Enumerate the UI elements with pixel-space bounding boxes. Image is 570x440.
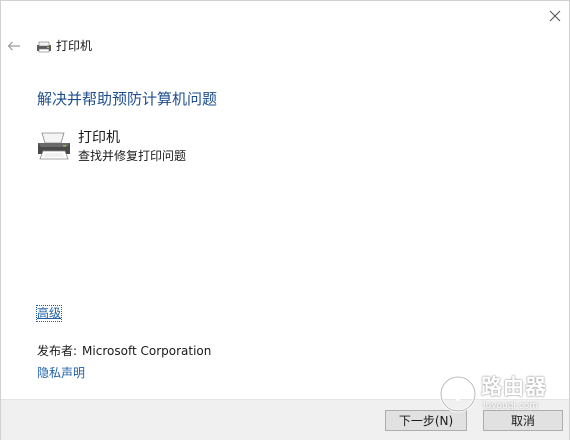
router-logo-icon	[439, 375, 477, 413]
publisher-info: 发布者: Microsoft Corporation	[37, 344, 211, 359]
watermark-logo: 路由器 luyouqi.com	[439, 371, 563, 417]
privacy-statement-link[interactable]: 隐私声明	[37, 366, 85, 381]
publisher-label: 发布者:	[37, 344, 78, 358]
troubleshooter-description: 查找并修复打印问题	[78, 149, 187, 163]
watermark-text: 路由器	[481, 375, 547, 399]
back-button[interactable]	[5, 39, 23, 53]
close-icon	[549, 10, 561, 22]
back-arrow-icon	[7, 41, 20, 51]
advanced-link[interactable]: 高级	[35, 305, 63, 322]
title-bar: 打印机	[1, 31, 569, 61]
troubleshooter-item-printer[interactable]: 打印机 查找并修复打印问题	[37, 127, 337, 169]
close-button[interactable]	[542, 3, 568, 29]
watermark-url: luyouqi.com	[483, 401, 539, 411]
page-heading: 解决并帮助预防计算机问题	[37, 90, 218, 108]
printer-icon	[37, 41, 51, 53]
troubleshooter-window: 打印机 解决并帮助预防计算机问题 打印机 查找并修复打印问题 高级 发布者: Mi…	[0, 0, 570, 440]
window-title: 打印机	[56, 39, 93, 53]
printer-icon	[38, 132, 70, 160]
publisher-value: Microsoft Corporation	[82, 344, 212, 358]
troubleshooter-title: 打印机	[78, 130, 120, 146]
